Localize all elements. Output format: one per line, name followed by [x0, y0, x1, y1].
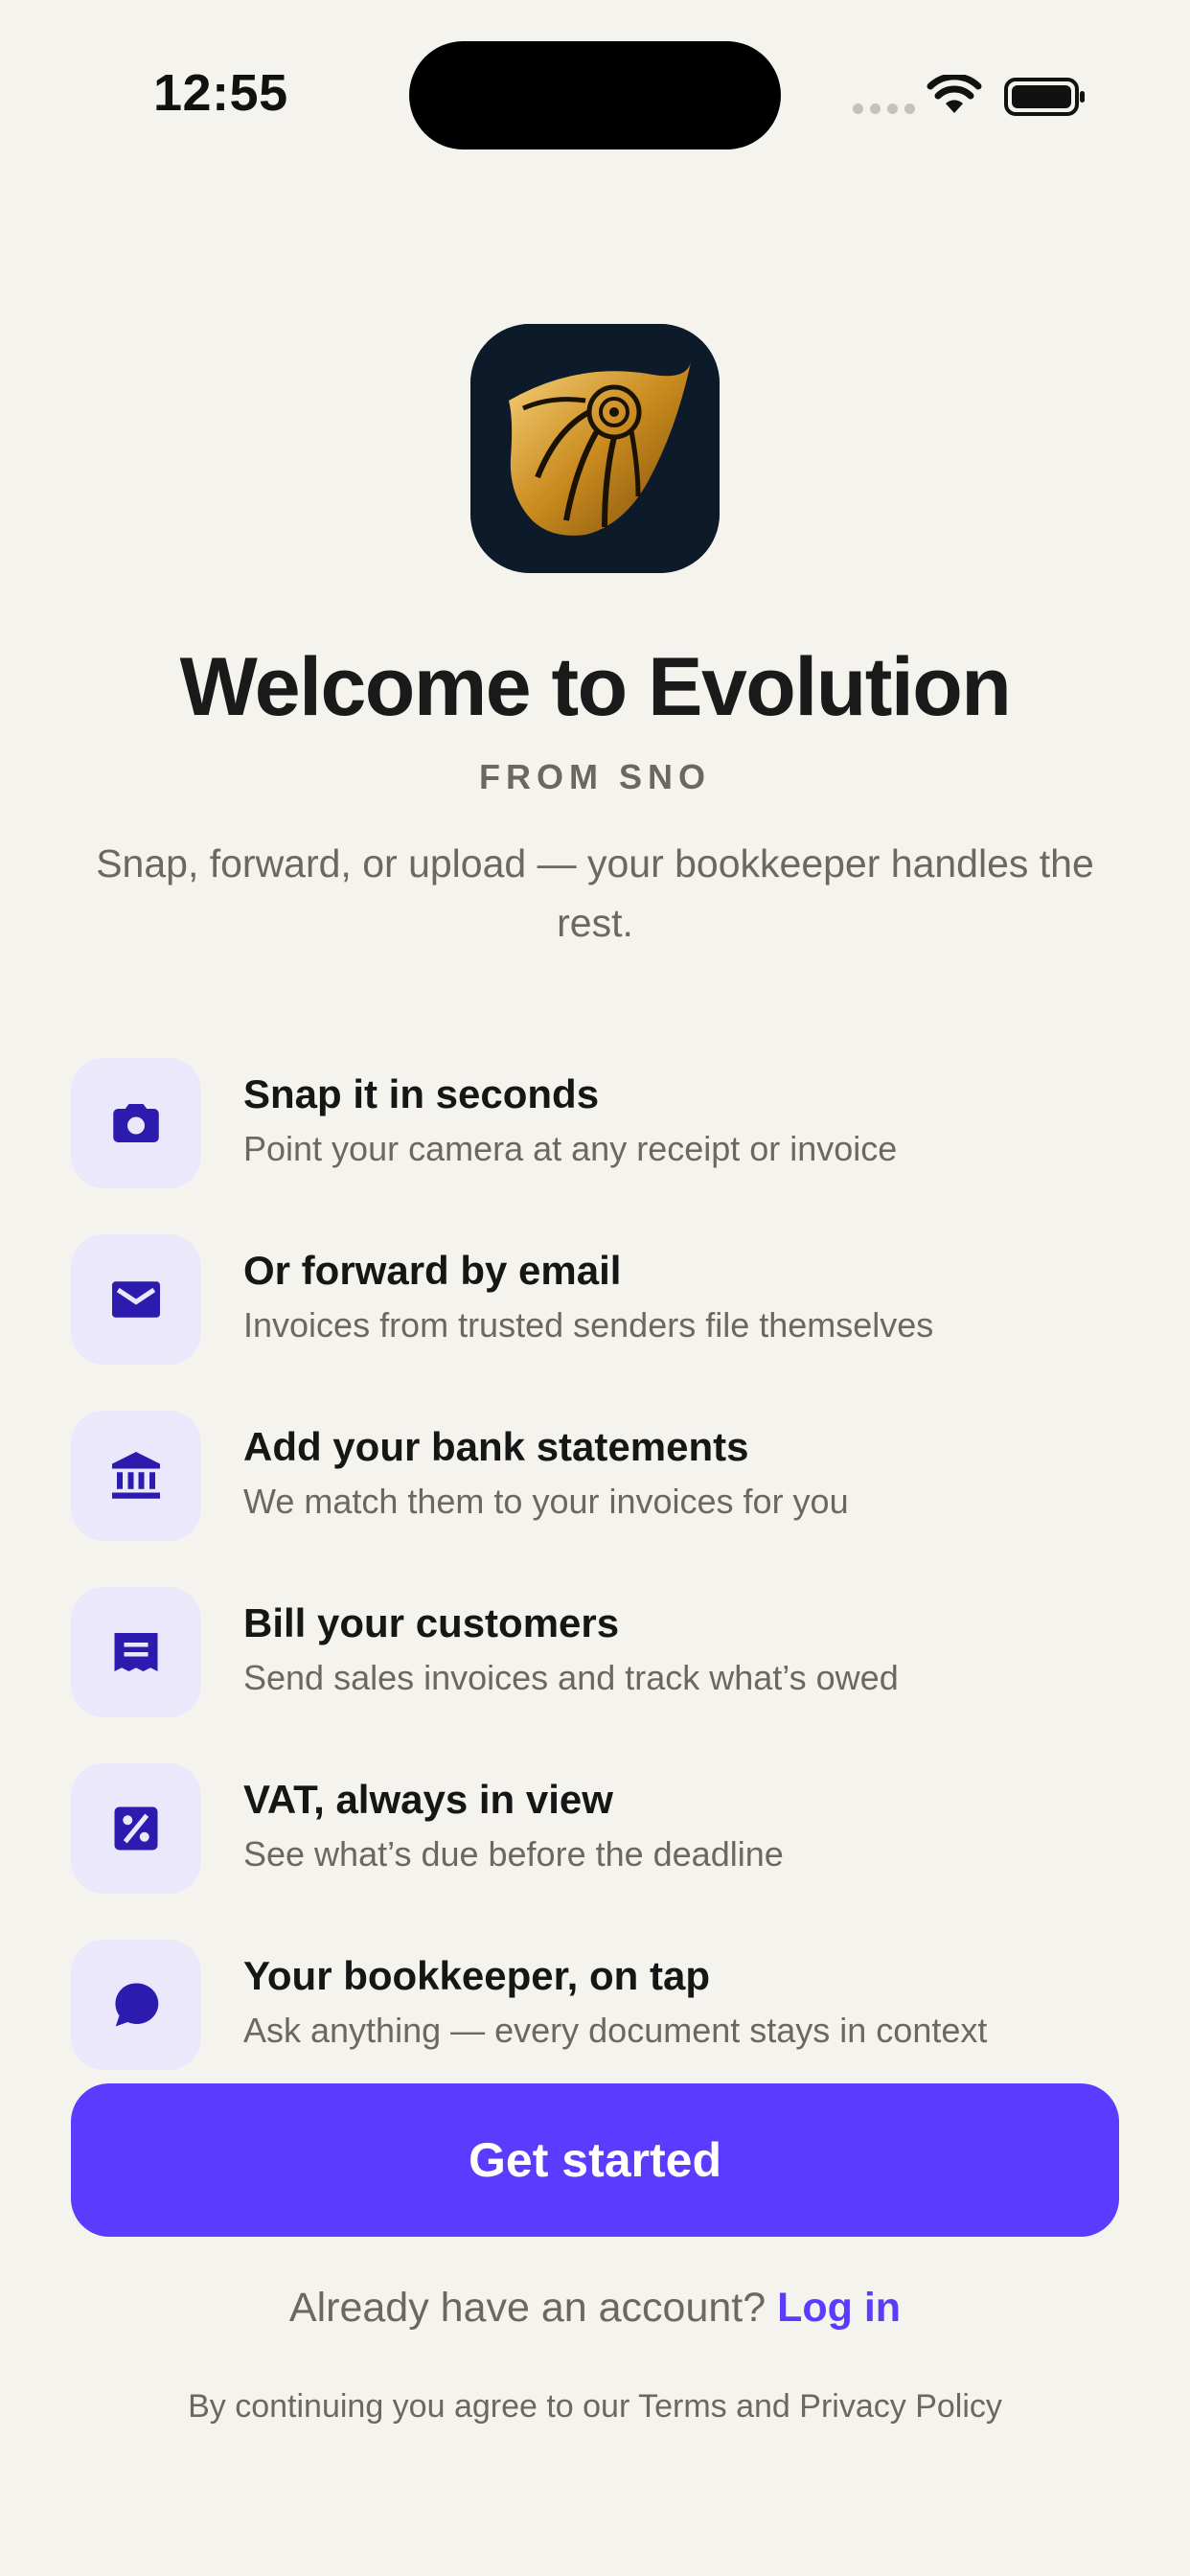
page-subtitle: FROM SNO — [479, 757, 711, 796]
page-title: Welcome to Evolution — [179, 641, 1012, 733]
log-in-link[interactable]: Log in — [777, 2285, 901, 2331]
feature-description: We match them to your invoices for you — [243, 1482, 849, 1521]
wifi-icon — [927, 75, 982, 113]
feature-title: Or forward by email — [243, 1248, 622, 1293]
feature-title: Add your bank statements — [243, 1424, 749, 1469]
feature-title: VAT, always in view — [243, 1777, 613, 1822]
login-prompt: Already have an account? — [288, 2285, 767, 2331]
camera-icon — [71, 1058, 201, 1188]
feature-item: Bill your customers Send sales invoices … — [71, 1587, 1125, 1763]
get-started-button[interactable]: Get started — [71, 2083, 1119, 2237]
feature-description: See what’s due before the deadline — [243, 1834, 784, 1874]
feature-list: Snap it in seconds Point your camera at … — [71, 1058, 1125, 2116]
status-bar: 12:55 — [0, 0, 1190, 192]
legal-notice: By continuing you agree to our Terms and… — [188, 2388, 1002, 2425]
feature-description: Invoices from trusted senders file thems… — [243, 1305, 934, 1345]
percent-icon — [71, 1763, 201, 1894]
battery-icon — [1004, 78, 1085, 116]
dynamic-island — [409, 41, 781, 150]
chat-bubble-icon — [71, 1940, 201, 2070]
nautilus-app-icon — [470, 324, 720, 573]
login-prompt-line: Already have an account? Log in — [0, 2285, 1190, 2332]
feature-item: VAT, always in view See what’s due befor… — [71, 1763, 1125, 1940]
feature-item: Add your bank statements We match them t… — [71, 1411, 1125, 1587]
feature-title: Bill your customers — [243, 1600, 620, 1645]
bank-icon — [71, 1411, 201, 1541]
feature-title: Your bookkeeper, on tap — [243, 1953, 710, 1998]
feature-description: Send sales invoices and track what’s owe… — [243, 1658, 899, 1697]
receipt-icon — [71, 1587, 201, 1717]
feature-item: Snap it in seconds Point your camera at … — [71, 1058, 1125, 1234]
cellular-signal-icon — [853, 104, 915, 114]
status-time: 12:55 — [153, 64, 288, 122]
tagline: Snap, forward, or upload — your bookkeep… — [96, 841, 1094, 945]
feature-item: Or forward by email Invoices from truste… — [71, 1234, 1125, 1411]
feature-description: Ask anything — every document stays in c… — [243, 2011, 988, 2050]
feature-title: Snap it in seconds — [243, 1071, 600, 1116]
feature-description: Point your camera at any receipt or invo… — [243, 1129, 898, 1168]
envelope-icon — [71, 1234, 201, 1365]
